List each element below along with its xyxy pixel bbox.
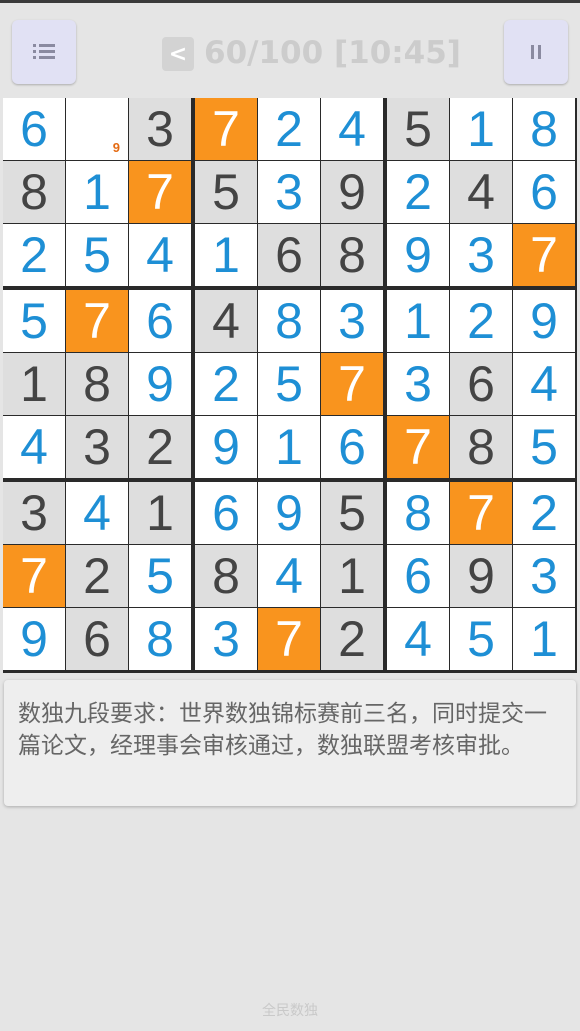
sudoku-cell[interactable]: 1 (321, 545, 383, 607)
back-button[interactable]: < (162, 37, 194, 71)
sudoku-cell[interactable]: 2 (387, 161, 449, 223)
sudoku-cell[interactable]: 6 (3, 98, 65, 160)
sudoku-cell[interactable]: 8 (387, 482, 449, 544)
sudoku-cell[interactable]: 3 (129, 98, 191, 160)
sudoku-cell[interactable]: 7 (387, 416, 449, 478)
sudoku-cell[interactable]: 9 (129, 353, 191, 415)
sudoku-cell[interactable]: 4 (258, 545, 320, 607)
sudoku-cell[interactable]: 4 (450, 161, 512, 223)
sudoku-cell[interactable]: 5 (3, 290, 65, 352)
sudoku-cell[interactable]: 4 (387, 608, 449, 670)
progress-timer: 60/100 [10:45] (204, 35, 461, 71)
sudoku-cell[interactable]: 9 (513, 290, 575, 352)
sudoku-cell[interactable]: 5 (321, 482, 383, 544)
sudoku-cell[interactable]: 7 (258, 608, 320, 670)
sudoku-cell[interactable]: 5 (129, 545, 191, 607)
sudoku-cell[interactable]: 6 (258, 224, 320, 286)
menu-button[interactable] (12, 20, 76, 84)
sudoku-cell[interactable]: 9 (258, 482, 320, 544)
info-text: 数独九段要求：世界数独锦标赛前三名，同时提交一篇论文，经理事会审核通过，数独联盟… (18, 701, 547, 759)
sudoku-cell[interactable]: 5 (450, 608, 512, 670)
pause-button[interactable] (504, 20, 568, 84)
pause-icon (530, 45, 542, 59)
sudoku-cell[interactable]: 6 (321, 416, 383, 478)
sudoku-cell[interactable]: 3 (258, 161, 320, 223)
sudoku-cell[interactable]: 6 (513, 161, 575, 223)
sudoku-cell[interactable]: 1 (129, 482, 191, 544)
sudoku-cell[interactable]: 3 (66, 416, 128, 478)
sudoku-cell[interactable]: 2 (450, 290, 512, 352)
sudoku-cell[interactable]: 9 (195, 416, 257, 478)
sudoku-cell[interactable]: 4 (195, 290, 257, 352)
sudoku-cell[interactable]: 1 (195, 224, 257, 286)
menu-icon (33, 44, 55, 60)
sudoku-cell[interactable]: 6 (129, 290, 191, 352)
sudoku-cell[interactable]: 9 (387, 224, 449, 286)
sudoku-cell[interactable]: 4 (129, 224, 191, 286)
sudoku-cell[interactable]: 6 (450, 353, 512, 415)
sudoku-cell[interactable]: 4 (3, 416, 65, 478)
sudoku-cell[interactable]: 2 (513, 482, 575, 544)
sudoku-cell[interactable]: 9 (321, 161, 383, 223)
sudoku-cell[interactable]: 3 (513, 545, 575, 607)
sudoku-cell[interactable]: 2 (3, 224, 65, 286)
sudoku-cell[interactable]: 1 (387, 290, 449, 352)
sudoku-cell[interactable]: 9 (450, 545, 512, 607)
sudoku-cell[interactable]: 2 (129, 416, 191, 478)
sudoku-cell[interactable]: 8 (258, 290, 320, 352)
sudoku-cell[interactable]: 8 (513, 98, 575, 160)
sudoku-cell[interactable]: 1 (450, 98, 512, 160)
sudoku-cell[interactable]: 2 (258, 98, 320, 160)
cell-note: 9 (112, 140, 120, 155)
sudoku-cell[interactable]: 5 (195, 161, 257, 223)
sudoku-cell[interactable]: 9 (66, 98, 128, 160)
sudoku-cell[interactable]: 5 (258, 353, 320, 415)
header: < 60/100 [10:45] (0, 3, 580, 97)
sudoku-cell[interactable]: 8 (129, 608, 191, 670)
sudoku-cell[interactable]: 4 (66, 482, 128, 544)
sudoku-cell[interactable]: 3 (450, 224, 512, 286)
sudoku-cell[interactable]: 8 (66, 353, 128, 415)
sudoku-cell[interactable]: 6 (195, 482, 257, 544)
sudoku-cell[interactable]: 8 (195, 545, 257, 607)
sudoku-cell[interactable]: 7 (3, 545, 65, 607)
sudoku-cell[interactable]: 7 (513, 224, 575, 286)
sudoku-cell[interactable]: 7 (66, 290, 128, 352)
sudoku-cell[interactable]: 3 (321, 290, 383, 352)
sudoku-cell[interactable]: 1 (513, 608, 575, 670)
sudoku-cell[interactable]: 4 (321, 98, 383, 160)
sudoku-cell[interactable]: 4 (513, 353, 575, 415)
sudoku-cell[interactable]: 3 (387, 353, 449, 415)
sudoku-cell[interactable]: 7 (321, 353, 383, 415)
sudoku-cell[interactable]: 3 (195, 608, 257, 670)
sudoku-cell[interactable]: 6 (387, 545, 449, 607)
sudoku-cell[interactable]: 5 (66, 224, 128, 286)
sudoku-board: 6937245188175392462541689375764831291892… (3, 98, 577, 673)
sudoku-cell[interactable]: 1 (66, 161, 128, 223)
sudoku-cell[interactable]: 1 (258, 416, 320, 478)
sudoku-cell[interactable]: 3 (3, 482, 65, 544)
sudoku-cell[interactable]: 6 (66, 608, 128, 670)
sudoku-cell[interactable]: 7 (450, 482, 512, 544)
sudoku-cell[interactable]: 2 (66, 545, 128, 607)
sudoku-cell[interactable]: 8 (321, 224, 383, 286)
sudoku-cell[interactable]: 2 (321, 608, 383, 670)
sudoku-cell[interactable]: 7 (129, 161, 191, 223)
info-panel: 数独九段要求：世界数独锦标赛前三名，同时提交一篇论文，经理事会审核通过，数独联盟… (4, 680, 576, 806)
sudoku-cell[interactable]: 9 (3, 608, 65, 670)
sudoku-cell[interactable]: 2 (195, 353, 257, 415)
footer-app-name: 全民数独 (262, 1003, 318, 1019)
sudoku-cell[interactable]: 7 (195, 98, 257, 160)
sudoku-cell[interactable]: 1 (3, 353, 65, 415)
sudoku-cell[interactable]: 5 (513, 416, 575, 478)
sudoku-cell[interactable]: 8 (3, 161, 65, 223)
sudoku-cell[interactable]: 8 (450, 416, 512, 478)
sudoku-cell[interactable]: 5 (387, 98, 449, 160)
